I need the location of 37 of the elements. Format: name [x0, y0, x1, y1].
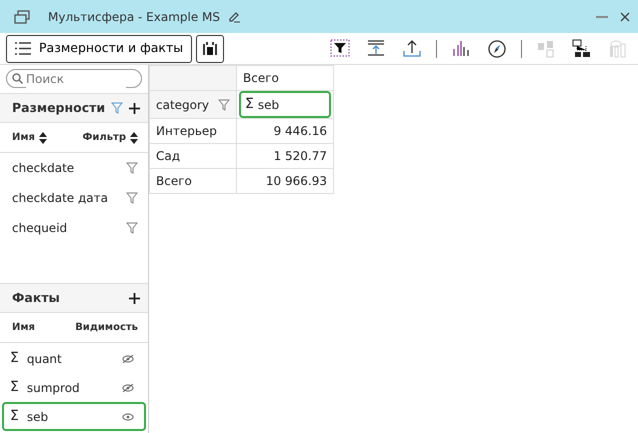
table-cell: 9 446.16	[236, 118, 334, 144]
dimension-name[interactable]: checkdate	[12, 159, 74, 177]
hidden-eye-icon[interactable]	[122, 354, 134, 362]
table-cell: Всего	[150, 168, 236, 194]
minimize-icon[interactable]	[596, 14, 608, 18]
table-cell: 1 520.77	[236, 144, 334, 168]
window-icon	[14, 10, 30, 24]
dimensions-facts-button[interactable]: Размерности и факты	[6, 34, 192, 62]
column-header[interactable]: Имя	[12, 130, 35, 145]
column-header: Видимость	[75, 321, 138, 335]
search-field[interactable]: Поиск	[6, 69, 142, 88]
window-title: Мультисфера - Example MS	[48, 8, 220, 26]
search-icon	[12, 73, 23, 84]
fact-item[interactable]: Σ quant	[2, 344, 146, 373]
table-cell: 10 966.93	[236, 168, 334, 194]
hidden-eye-icon[interactable]	[122, 384, 134, 392]
dimension-name[interactable]: checkdate дата	[12, 189, 108, 207]
dimension-name[interactable]: chequeid	[12, 219, 68, 237]
layout-icon	[202, 40, 218, 56]
edit-icon[interactable]	[228, 10, 242, 23]
layout-button[interactable]	[196, 34, 224, 62]
measure-header[interactable]: Σ seb	[239, 91, 331, 118]
fact-item[interactable]: Σ sumprod	[2, 373, 146, 402]
menu-icon	[15, 42, 31, 55]
add-icon[interactable]	[129, 292, 140, 304]
table-cell: Сад	[150, 144, 236, 168]
table-cell: category	[150, 90, 236, 118]
fact-item[interactable]: Σ seb	[2, 402, 146, 431]
close-icon[interactable]	[620, 12, 630, 22]
section-title: Факты	[12, 288, 60, 307]
column-header[interactable]: Фильтр	[82, 130, 126, 145]
table-cell: Интерьер	[150, 118, 236, 144]
add-icon[interactable]	[129, 102, 140, 114]
eye-icon[interactable]	[122, 412, 134, 420]
section-title: Размерности	[12, 98, 106, 117]
table-cell: Всего	[236, 66, 334, 90]
column-header: Имя	[12, 321, 35, 335]
